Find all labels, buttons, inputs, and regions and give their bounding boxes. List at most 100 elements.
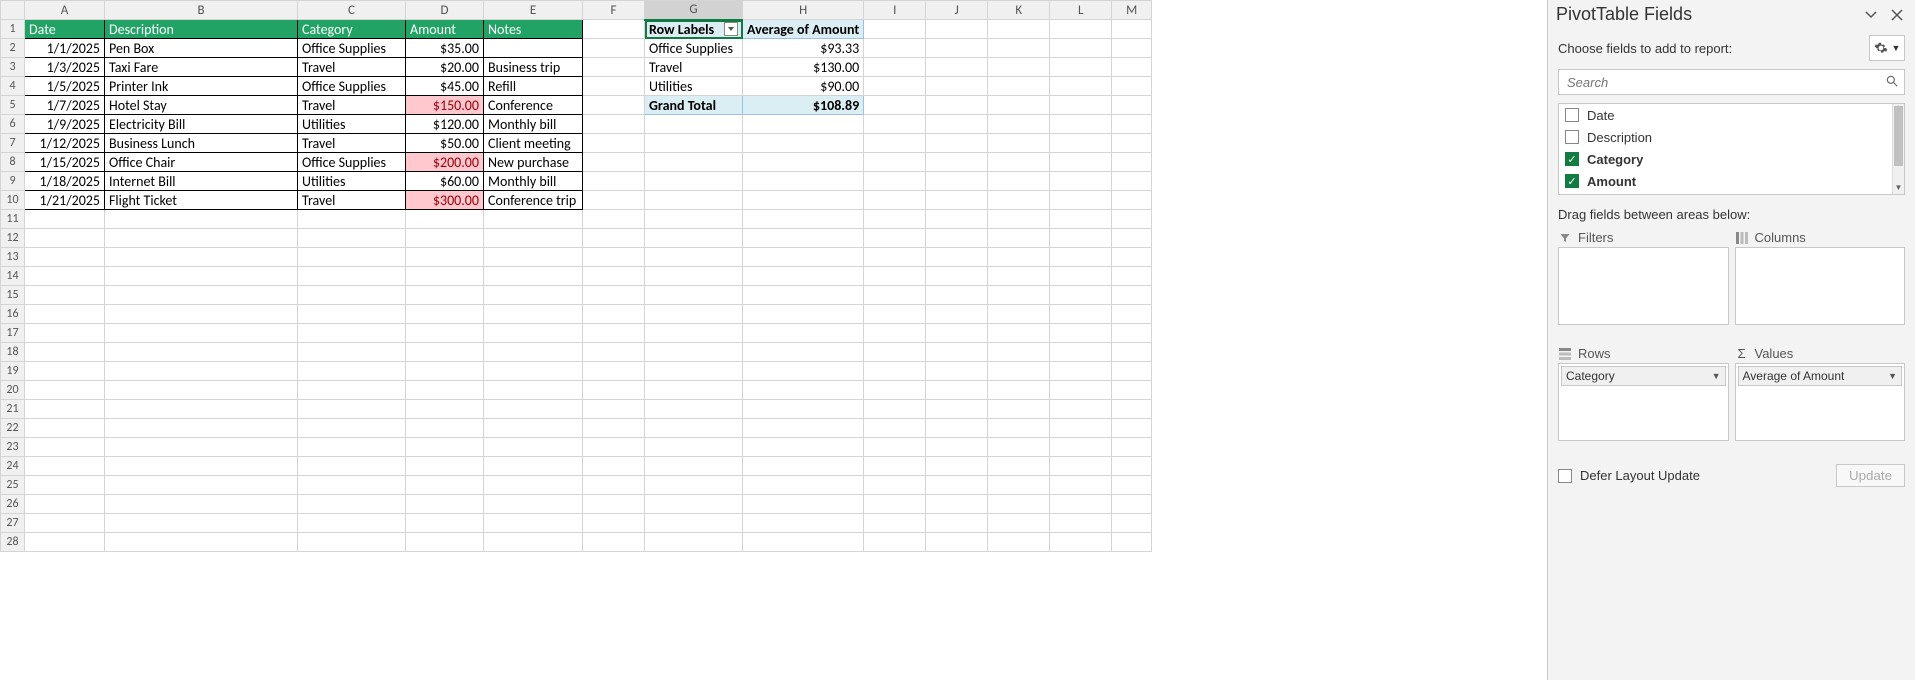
cell[interactable]: [484, 362, 583, 381]
cell[interactable]: [298, 533, 406, 552]
cell[interactable]: [1050, 134, 1112, 153]
cell[interactable]: [926, 39, 988, 58]
cell[interactable]: [406, 495, 484, 514]
cell[interactable]: [298, 286, 406, 305]
cell[interactable]: [645, 324, 743, 343]
cell[interactable]: [645, 343, 743, 362]
cell[interactable]: [926, 286, 988, 305]
cell[interactable]: [484, 286, 583, 305]
cell[interactable]: [484, 438, 583, 457]
cell[interactable]: [1050, 476, 1112, 495]
cell[interactable]: [926, 134, 988, 153]
cell[interactable]: [484, 476, 583, 495]
cell[interactable]: [583, 229, 645, 248]
cell[interactable]: 1/9/2025: [25, 115, 105, 134]
field-item[interactable]: ✓Amount: [1559, 170, 1904, 192]
cell[interactable]: [926, 229, 988, 248]
cell[interactable]: [926, 248, 988, 267]
cell[interactable]: [105, 381, 298, 400]
cell[interactable]: [926, 20, 988, 39]
cell[interactable]: [105, 438, 298, 457]
cell[interactable]: [864, 324, 926, 343]
cell[interactable]: [105, 362, 298, 381]
cell[interactable]: Conference trip: [484, 191, 583, 210]
cell[interactable]: [988, 381, 1050, 400]
cell[interactable]: [926, 115, 988, 134]
field-checkbox[interactable]: ✓: [1565, 174, 1579, 188]
cell[interactable]: [583, 343, 645, 362]
col-header-E[interactable]: E: [484, 1, 583, 20]
cell[interactable]: [484, 343, 583, 362]
cell[interactable]: Electricity Bill: [105, 115, 298, 134]
cell[interactable]: [988, 191, 1050, 210]
cell[interactable]: [25, 305, 105, 324]
cell[interactable]: [484, 457, 583, 476]
cell[interactable]: [645, 514, 743, 533]
cell[interactable]: [864, 96, 926, 115]
cell[interactable]: Office Supplies: [298, 39, 406, 58]
row-header[interactable]: 22: [1, 419, 25, 438]
cell[interactable]: [926, 438, 988, 457]
scrollbar[interactable]: ▲ ▼: [1892, 104, 1904, 194]
cell[interactable]: [988, 286, 1050, 305]
cell[interactable]: [864, 229, 926, 248]
cell[interactable]: [484, 533, 583, 552]
cell[interactable]: [988, 324, 1050, 343]
cell[interactable]: $35.00: [406, 39, 484, 58]
cell[interactable]: [864, 58, 926, 77]
gear-button[interactable]: ▼: [1869, 35, 1905, 61]
cell[interactable]: [298, 248, 406, 267]
cell[interactable]: [743, 362, 864, 381]
cell[interactable]: [406, 324, 484, 343]
pivot-values-header[interactable]: Average of Amount: [743, 20, 864, 39]
cell[interactable]: [484, 381, 583, 400]
cell[interactable]: [484, 324, 583, 343]
cell[interactable]: [1050, 58, 1112, 77]
cell[interactable]: [25, 457, 105, 476]
cell[interactable]: [484, 495, 583, 514]
cell[interactable]: [864, 267, 926, 286]
cell[interactable]: [25, 210, 105, 229]
cell[interactable]: [988, 495, 1050, 514]
cell[interactable]: Business trip: [484, 58, 583, 77]
cell[interactable]: [864, 77, 926, 96]
cell[interactable]: Refill: [484, 77, 583, 96]
cell[interactable]: [864, 153, 926, 172]
cell[interactable]: [1112, 457, 1152, 476]
cell[interactable]: [1112, 286, 1152, 305]
cell[interactable]: $120.00: [406, 115, 484, 134]
cell[interactable]: [988, 153, 1050, 172]
cell[interactable]: [25, 248, 105, 267]
cell[interactable]: [864, 210, 926, 229]
row-header[interactable]: 14: [1, 267, 25, 286]
cell[interactable]: $200.00: [406, 153, 484, 172]
cell[interactable]: [25, 229, 105, 248]
values-chip[interactable]: Average of Amount▼: [1738, 366, 1903, 386]
update-button[interactable]: Update: [1836, 464, 1905, 487]
cell[interactable]: [1050, 115, 1112, 134]
cell[interactable]: [406, 210, 484, 229]
row-header[interactable]: 10: [1, 191, 25, 210]
select-all-corner[interactable]: [1, 1, 25, 20]
cell[interactable]: [298, 495, 406, 514]
cell[interactable]: 1/12/2025: [25, 134, 105, 153]
cell[interactable]: 1/15/2025: [25, 153, 105, 172]
cell[interactable]: [1050, 20, 1112, 39]
cell[interactable]: Travel: [298, 58, 406, 77]
cell[interactable]: [298, 362, 406, 381]
cell[interactable]: [988, 343, 1050, 362]
cell[interactable]: [926, 362, 988, 381]
cell[interactable]: [406, 400, 484, 419]
cell[interactable]: [926, 191, 988, 210]
cell[interactable]: [1050, 248, 1112, 267]
cell[interactable]: [25, 286, 105, 305]
cell[interactable]: Utilities: [645, 77, 743, 96]
cell[interactable]: Taxi Fare: [105, 58, 298, 77]
cell[interactable]: [926, 77, 988, 96]
cell[interactable]: $150.00: [406, 96, 484, 115]
cell[interactable]: [864, 191, 926, 210]
cell[interactable]: [105, 248, 298, 267]
cell[interactable]: [1112, 77, 1152, 96]
cell[interactable]: [406, 476, 484, 495]
cell[interactable]: Office Supplies: [298, 153, 406, 172]
